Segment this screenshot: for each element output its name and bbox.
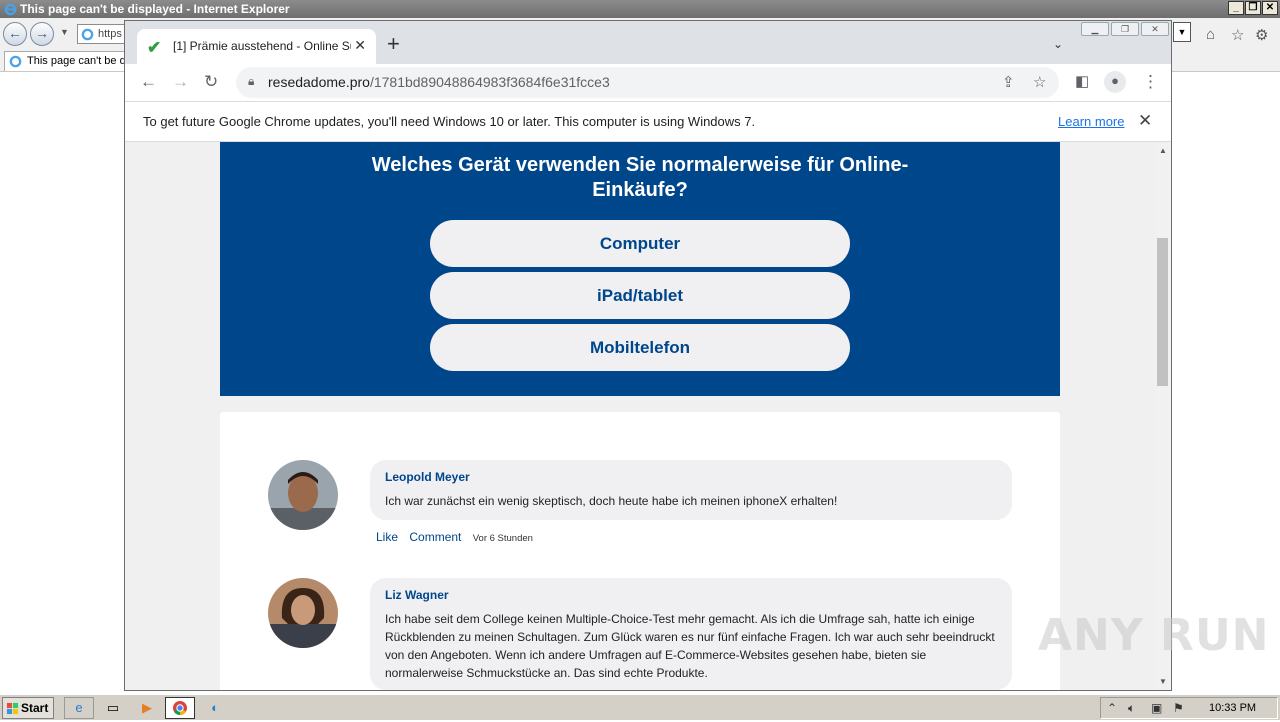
learn-more-link[interactable]: Learn more (1058, 114, 1124, 129)
network-icon[interactable]: ▣ (1151, 701, 1162, 715)
action-center-flag-icon[interactable]: ⚑ (1173, 701, 1184, 715)
menu-kebab-icon[interactable]: ⋮ (1142, 72, 1159, 92)
taskbar-edge-icon[interactable]: ◐ (200, 697, 230, 719)
ie-address-dropdown-icon[interactable]: ▼ (1173, 22, 1191, 42)
chrome-tab-active[interactable]: ✔ [1] Prämie ausstehend - Online Survey … (137, 29, 376, 64)
chrome-logo-icon (173, 701, 187, 716)
answer-mobiltelefon-button[interactable]: Mobiltelefon (430, 324, 850, 371)
lock-icon: 🔒︎ (248, 74, 255, 88)
new-tab-plus-icon[interactable]: + (387, 33, 400, 55)
comment-item: Liz Wagner Ich habe seit dem College kei… (268, 578, 1013, 690)
comment-item: Leopold Meyer Ich war zunächst ein wenig… (268, 460, 1013, 550)
checkmark-favicon-icon: ✔ (147, 38, 162, 57)
taskbar-clock[interactable]: 10:33 PM (1209, 702, 1256, 714)
avatar-photo-icon (268, 578, 338, 648)
ie-minimize-button[interactable]: _ (1228, 1, 1244, 15)
reload-icon[interactable]: ↻ (204, 72, 218, 92)
system-tray: ⌃ 🔈︎ ▣ ⚑ 10:33 PM (1100, 697, 1278, 719)
ie-home-icon[interactable]: ⌂ (1206, 26, 1215, 43)
volume-icon[interactable]: 🔈︎ (1128, 701, 1135, 716)
ie-address-text: https (98, 28, 122, 40)
update-infobar: To get future Google Chrome updates, you… (125, 101, 1171, 142)
ie-maximize-button[interactable]: ❐ (1245, 1, 1261, 15)
chrome-tab-title: [1] Prämie ausstehend - Online Survey (173, 39, 351, 53)
ie-window-title: This page can't be displayed - Internet … (20, 2, 290, 16)
comment-timestamp: Vor 6 Stunden (472, 533, 533, 544)
infobar-message: To get future Google Chrome updates, you… (143, 114, 756, 129)
comment-link[interactable]: Comment (409, 530, 461, 544)
side-panel-icon[interactable]: ◧ (1075, 72, 1089, 92)
taskbar-ie-icon[interactable]: e (64, 697, 94, 719)
start-button[interactable]: Start (2, 697, 54, 719)
chrome-window: ✔ [1] Prämie ausstehend - Online Survey … (124, 20, 1172, 691)
scrollbar-thumb[interactable] (1157, 238, 1168, 386)
survey-question-title: Welches Gerät verwenden Sie normalerweis… (371, 154, 909, 201)
bookmark-star-icon[interactable]: ☆ (1033, 73, 1046, 91)
ie-tab-label: This page can't be d (27, 55, 126, 67)
chrome-minimize-button[interactable]: ▁ (1081, 22, 1109, 36)
url-domain: resedadome.pro (268, 74, 370, 90)
survey-question-panel: Welches Gerät verwenden Sie normalerweis… (220, 142, 1060, 396)
scroll-down-arrow-icon[interactable]: ▼ (1159, 677, 1167, 686)
forward-arrow-icon[interactable]: → (172, 72, 189, 92)
ie-page-icon (81, 28, 94, 41)
back-arrow-icon[interactable]: ← (140, 72, 157, 92)
anyrun-watermark: ANY RUN (1038, 610, 1270, 661)
chrome-toolbar: ← → ↻ 🔒︎ resedadome.pro/1781bd8904886498… (125, 64, 1171, 101)
comment-text: Ich habe seit dem College keinen Multipl… (385, 612, 995, 680)
omnibox[interactable]: 🔒︎ resedadome.pro/1781bd89048864983f3684… (236, 67, 1059, 98)
profile-avatar-icon[interactable]: ● (1104, 71, 1126, 93)
comment-actions: Like Comment Vor 6 Stunden (376, 530, 541, 544)
answer-ipad-tablet-button[interactable]: iPad/tablet (430, 272, 850, 319)
chrome-tab-strip: ✔ [1] Prämie ausstehend - Online Survey … (125, 21, 1171, 64)
windows-taskbar: Start e ▭ ▶ ◐ ⌃ 🔈︎ ▣ ⚑ 10:33 PM (0, 694, 1280, 720)
comment-author[interactable]: Liz Wagner (385, 588, 997, 602)
comment-bubble: Leopold Meyer Ich war zunächst ein wenig… (370, 460, 1012, 520)
tray-expand-icon[interactable]: ⌃ (1107, 701, 1117, 715)
answer-computer-button[interactable]: Computer (430, 220, 850, 267)
ie-forward-icon[interactable]: → (30, 22, 54, 46)
start-label: Start (21, 701, 49, 715)
ie-window-controls: _ ❐ ✕ (1228, 1, 1278, 15)
avatar (268, 578, 338, 648)
ie-logo-icon (4, 3, 17, 15)
url-path: /1781bd89048864983f3684f6e31fcce3 (369, 74, 610, 90)
avatar-photo-icon (268, 460, 338, 530)
comments-section: Leopold Meyer Ich war zunächst ein wenig… (220, 412, 1060, 690)
comment-bubble: Liz Wagner Ich habe seit dem College kei… (370, 578, 1012, 690)
chrome-close-button[interactable]: ✕ (1141, 22, 1169, 36)
comment-author[interactable]: Leopold Meyer (385, 470, 997, 484)
ie-tab[interactable]: This page can't be d (4, 51, 129, 71)
chrome-window-controls: ▁ ❐ ✕ (1081, 22, 1169, 36)
tab-search-chevron-icon[interactable]: ⌄ (1053, 37, 1063, 51)
ie-title-bar: This page can't be displayed - Internet … (0, 0, 1280, 18)
taskbar-chrome-icon[interactable] (165, 697, 195, 719)
taskbar-media-player-icon[interactable]: ▶ (132, 697, 162, 719)
windows-flag-icon (6, 702, 19, 715)
like-link[interactable]: Like (376, 530, 398, 544)
tab-close-icon[interactable]: ✕ (354, 37, 366, 54)
ie-close-button[interactable]: ✕ (1262, 1, 1278, 15)
ie-settings-gear-icon[interactable]: ⚙ (1255, 26, 1268, 44)
ie-history-dropdown-icon[interactable]: ▼ (60, 27, 69, 37)
share-icon[interactable]: ⇪ (1002, 73, 1015, 91)
infobar-close-icon[interactable]: ✕ (1138, 111, 1152, 131)
taskbar-explorer-folder-icon[interactable]: ▭ (98, 697, 128, 719)
ie-favorites-star-icon[interactable]: ☆ (1231, 26, 1244, 44)
page-viewport: Welches Gerät verwenden Sie normalerweis… (125, 142, 1171, 690)
avatar (268, 460, 338, 530)
comment-text: Ich war zunächst ein wenig skeptisch, do… (385, 494, 838, 508)
ie-tab-icon (9, 55, 22, 68)
ie-back-icon[interactable]: ← (3, 22, 27, 46)
page-scrollbar[interactable]: ▲ ▼ (1155, 142, 1171, 690)
scroll-up-arrow-icon[interactable]: ▲ (1159, 146, 1167, 155)
chrome-restore-button[interactable]: ❐ (1111, 22, 1139, 36)
